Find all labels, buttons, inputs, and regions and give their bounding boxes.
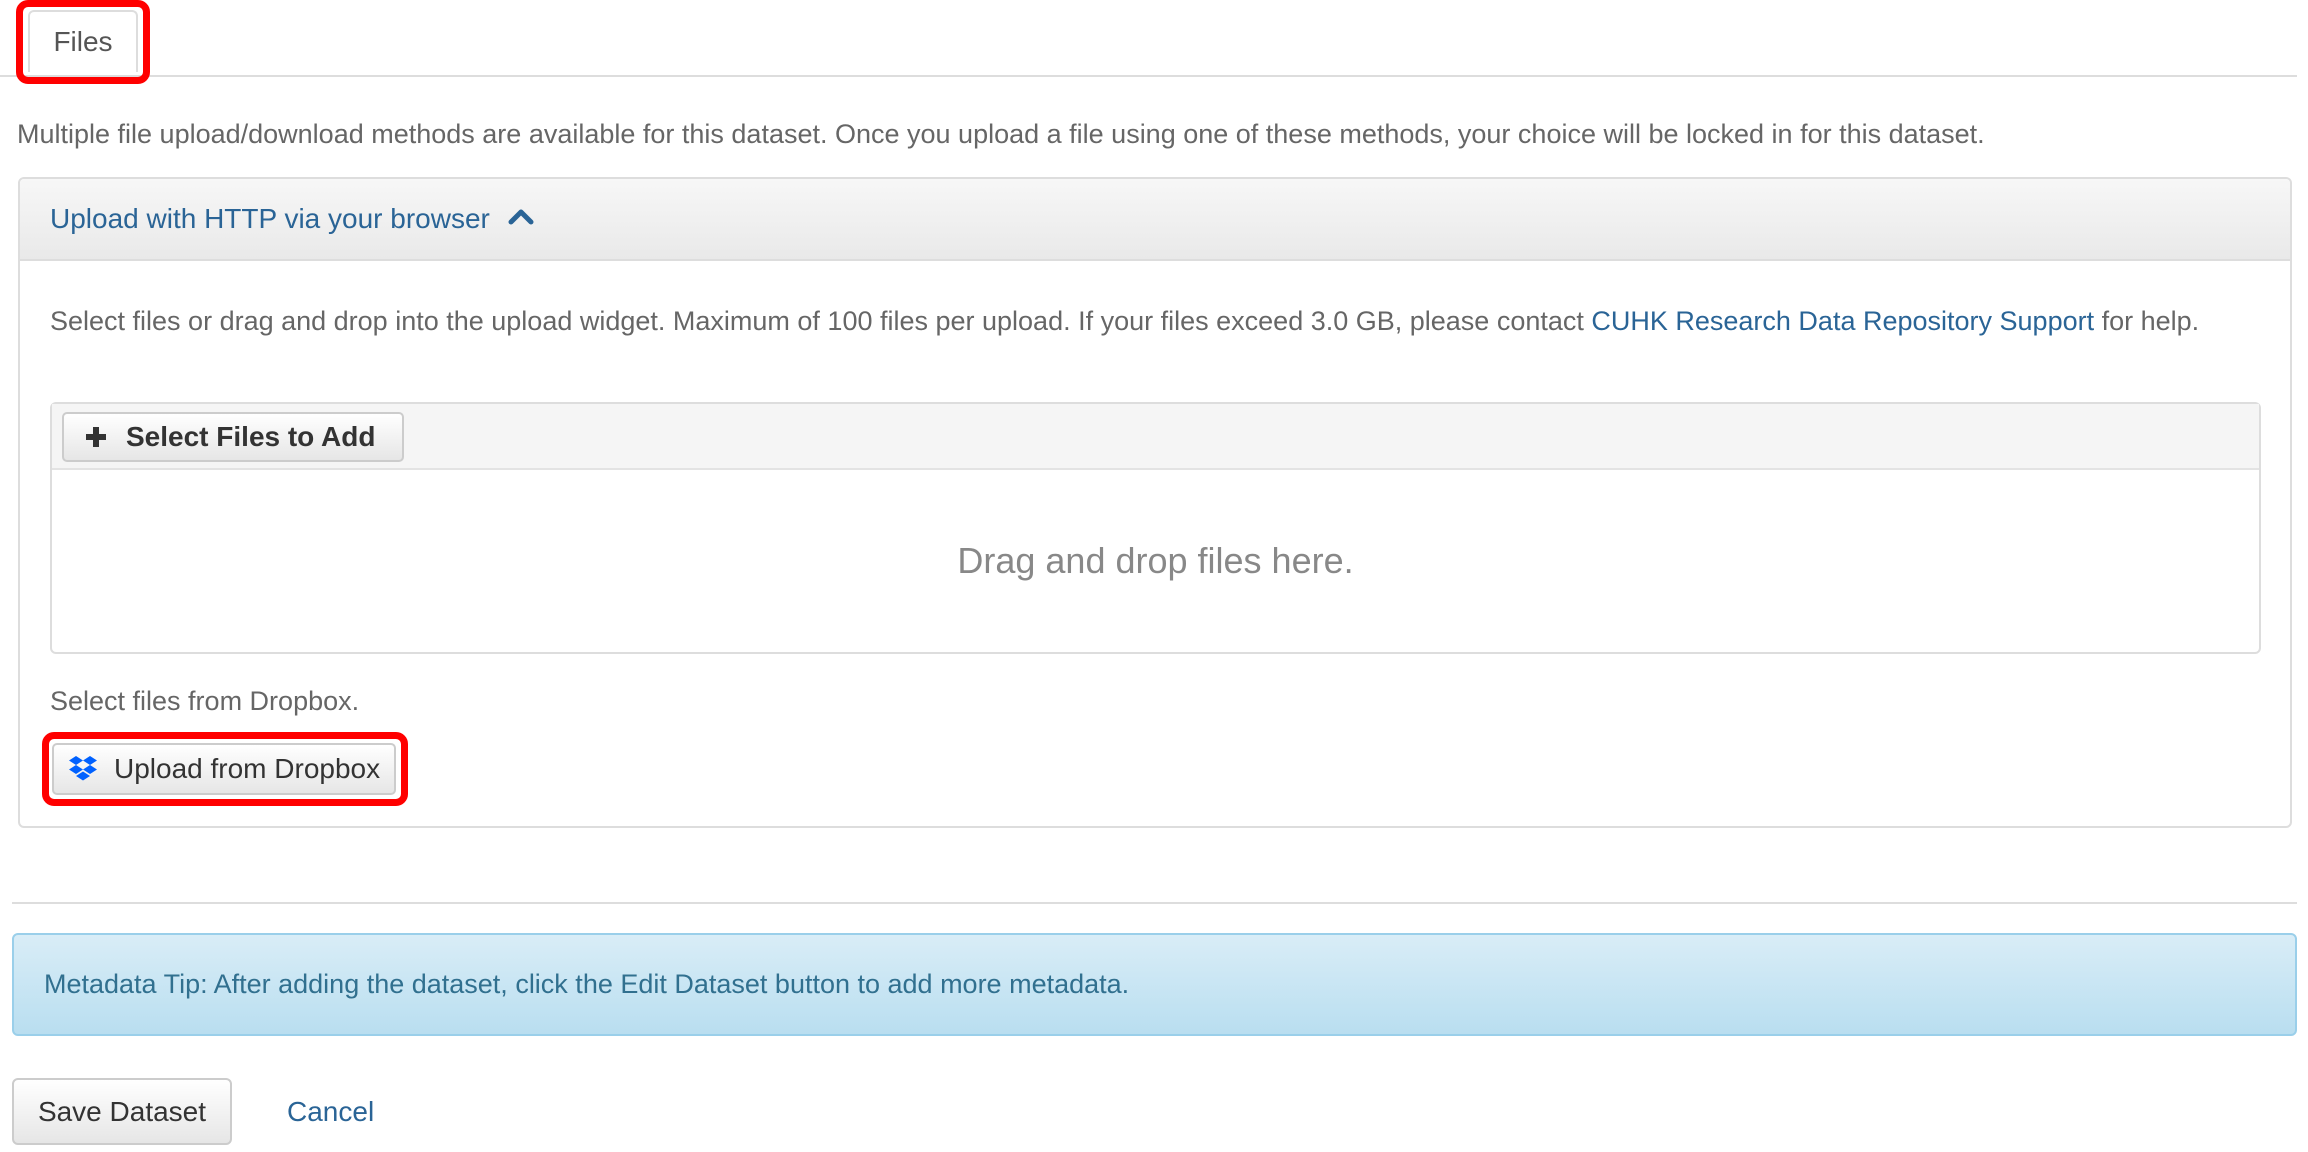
save-dataset-label: Save Dataset xyxy=(37,1095,207,1127)
drop-zone-text: Drag and drop files here. xyxy=(957,540,1354,581)
dropbox-icon xyxy=(69,756,97,781)
upload-widget: Select Files to Add Drag and drop files … xyxy=(50,402,2261,654)
save-dataset-button[interactable]: Save Dataset xyxy=(12,1078,232,1145)
dropbox-label: Select files from Dropbox. xyxy=(50,686,360,716)
upload-panel-title: Upload with HTTP via your browser xyxy=(50,203,490,234)
upload-help-text: Select files or drag and drop into the u… xyxy=(50,301,2270,341)
metadata-tip-alert: Metadata Tip: After adding the dataset, … xyxy=(12,933,2297,1036)
upload-from-dropbox-button[interactable]: Upload from Dropbox xyxy=(52,743,396,795)
intro-text: Multiple file upload/download methods ar… xyxy=(17,119,1985,149)
upload-panel: Upload with HTTP via your browser Select… xyxy=(18,177,2292,828)
cancel-link[interactable]: Cancel xyxy=(287,1096,374,1128)
help-text-after: for help. xyxy=(2094,306,2200,336)
upload-panel-heading[interactable]: Upload with HTTP via your browser xyxy=(20,179,2290,261)
select-files-button[interactable]: Select Files to Add xyxy=(62,412,404,462)
section-divider xyxy=(12,902,2297,904)
help-text-before: Select files or drag and drop into the u… xyxy=(50,306,1592,336)
support-link[interactable]: CUHK Research Data Repository Support xyxy=(1591,306,2094,336)
upload-toolbar: Select Files to Add xyxy=(52,404,2259,470)
chevron-up-icon xyxy=(508,209,534,225)
tab-files[interactable]: Files xyxy=(28,10,138,72)
drop-zone[interactable]: Drag and drop files here. xyxy=(52,470,2259,652)
tab-files-label: Files xyxy=(53,26,113,57)
select-files-label: Select Files to Add xyxy=(126,421,376,452)
tab-bar: Files xyxy=(0,0,2297,77)
dropbox-button-label: Upload from Dropbox xyxy=(114,753,381,784)
plus-icon xyxy=(86,427,106,447)
metadata-tip-text: Metadata Tip: After adding the dataset, … xyxy=(44,969,1130,999)
